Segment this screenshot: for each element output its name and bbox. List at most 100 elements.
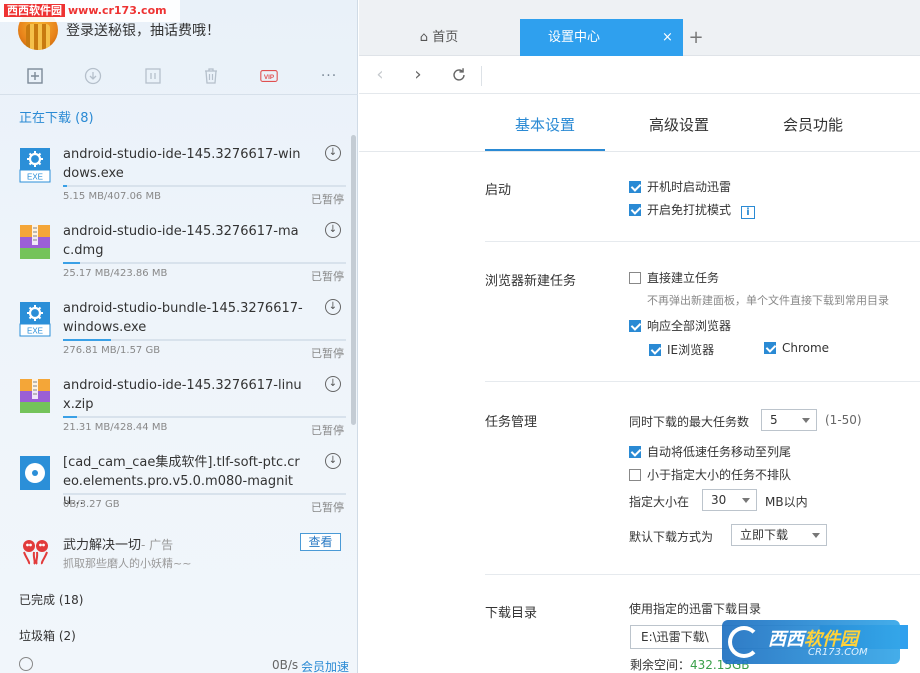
direct-create-option[interactable]: 直接建立任务 bbox=[629, 269, 719, 286]
progress-fill bbox=[63, 185, 67, 187]
section-divider bbox=[485, 381, 920, 382]
progress-fill bbox=[63, 262, 80, 264]
settings-tabs: 基本设置 高级设置 会员功能 bbox=[359, 94, 920, 152]
chrome-browser-checkbox[interactable] bbox=[764, 342, 776, 354]
do-not-disturb-option[interactable]: 开启免打扰模式 i bbox=[629, 201, 756, 219]
chrome-browser-option[interactable]: Chrome bbox=[764, 341, 829, 355]
ad-view-button[interactable]: 查看 bbox=[300, 533, 341, 551]
chevron-down-icon bbox=[742, 498, 750, 503]
status-badge: 已暂停 bbox=[311, 501, 344, 514]
resume-download-icon[interactable]: ↓ bbox=[325, 453, 341, 469]
tab-settings-label: 设置中心 bbox=[548, 30, 601, 45]
add-task-icon[interactable] bbox=[24, 66, 46, 86]
archive-icon bbox=[19, 378, 51, 414]
browser-task-label: 浏览器新建任务 bbox=[485, 274, 577, 289]
file-size: 25.17 MB/423.86 MB bbox=[63, 268, 168, 279]
small-no-queue-checkbox[interactable] bbox=[629, 469, 641, 481]
startup-on-boot-option[interactable]: 开机时启动迅雷 bbox=[629, 178, 731, 195]
forward-arrow-icon[interactable]: › bbox=[407, 64, 429, 86]
file-name: android-studio-ide-145.3276617-windows.e… bbox=[63, 147, 301, 181]
completed-section[interactable]: 已完成 (18) bbox=[19, 591, 83, 608]
ad-subtitle: 抓取那些磨人的小妖精~~ bbox=[63, 557, 192, 570]
ad-banner[interactable]: 武力解决一切- 广告 抓取那些磨人的小妖精~~ 查看 bbox=[0, 528, 350, 576]
watermark-logo-sub: CR173.COM bbox=[808, 647, 868, 658]
tab-basic-settings[interactable]: 基本设置 bbox=[515, 114, 575, 135]
tab-home[interactable]: ⌂ 首页 bbox=[359, 19, 519, 56]
section-divider bbox=[485, 241, 920, 242]
download-item[interactable]: android-studio-ide-145.3276617-mac.dmg ↓ 2… bbox=[0, 212, 350, 289]
small-no-queue-option[interactable]: 小于指定大小的任务不排队 bbox=[629, 466, 791, 483]
info-icon[interactable]: i bbox=[741, 206, 756, 219]
download-mode-label: 默认下载方式为 bbox=[629, 530, 714, 544]
watermark-site-name: 西西软件园 bbox=[4, 4, 65, 17]
chevron-down-icon bbox=[802, 418, 810, 423]
resume-download-icon[interactable]: ↓ bbox=[325, 222, 341, 238]
watermark-logo: 西西软件园 CR173.COM bbox=[722, 620, 900, 664]
progress-fill bbox=[63, 416, 78, 418]
tab-settings[interactable]: 设置中心 × bbox=[520, 19, 683, 56]
auto-move-slow-option[interactable]: 自动将低速任务移动至列尾 bbox=[629, 443, 791, 460]
download-sidebar: 登录送秘银，抽话费哦！ VIP ··· 正在下载 (8) EXE android-… bbox=[0, 0, 358, 673]
respond-all-browsers-option[interactable]: 响应全部浏览器 bbox=[629, 317, 731, 334]
ie-browser-option[interactable]: IE浏览器 bbox=[649, 341, 714, 358]
respond-all-browsers-checkbox[interactable] bbox=[629, 320, 641, 332]
file-name: android-studio-bundle-145.3276617-window… bbox=[63, 301, 303, 335]
back-arrow-icon[interactable]: ‹ bbox=[369, 64, 391, 86]
delete-icon[interactable] bbox=[200, 66, 222, 86]
settings-panel: ⌂ 首页 设置中心 × + ‹ › 基本设置 高级设置 会员功能 启动 开机时启… bbox=[359, 0, 920, 673]
refresh-icon[interactable] bbox=[448, 64, 470, 86]
toolbar-divider bbox=[0, 94, 358, 95]
do-not-disturb-checkbox[interactable] bbox=[629, 204, 641, 216]
download-item[interactable]: EXE android-studio-ide-145.3276617-window… bbox=[0, 135, 350, 212]
archive-icon bbox=[19, 224, 51, 260]
watermark-logo-text-a: 西西 bbox=[768, 629, 804, 650]
auto-move-slow-checkbox[interactable] bbox=[629, 446, 641, 458]
download-dir-label: 下载目录 bbox=[485, 606, 538, 621]
file-size: 276.81 MB/1.57 GB bbox=[63, 345, 161, 356]
progress-bar bbox=[63, 262, 346, 264]
tab-advanced-settings[interactable]: 高级设置 bbox=[649, 114, 709, 135]
pause-icon[interactable] bbox=[142, 66, 164, 86]
tab-member-features[interactable]: 会员功能 bbox=[783, 114, 843, 135]
status-badge: 已暂停 bbox=[311, 193, 344, 206]
download-item[interactable]: EXE android-studio-bundle-145.3276617-win… bbox=[0, 289, 350, 366]
vip-icon[interactable]: VIP bbox=[258, 66, 280, 86]
max-tasks-select[interactable]: 5 bbox=[761, 409, 817, 431]
download-mode-select[interactable]: 立即下载 bbox=[731, 524, 827, 546]
more-icon[interactable]: ··· bbox=[318, 66, 340, 86]
download-item[interactable]: android-studio-ide-145.3276617-linux.zip… bbox=[0, 366, 350, 443]
vip-accelerate-link[interactable]: 会员加速 bbox=[301, 658, 349, 673]
size-limit-select[interactable]: 30 bbox=[702, 489, 757, 511]
exe-icon: EXE bbox=[19, 301, 51, 337]
ie-browser-checkbox[interactable] bbox=[649, 344, 661, 356]
resume-download-icon[interactable]: ↓ bbox=[325, 376, 341, 392]
close-icon[interactable]: × bbox=[662, 19, 673, 56]
progress-bar bbox=[63, 416, 346, 418]
chevron-down-icon bbox=[812, 533, 820, 538]
watermark-banner: 西西软件园 www.cr173.com bbox=[0, 0, 180, 22]
trash-section[interactable]: 垃圾箱 (2) bbox=[19, 627, 76, 644]
direct-create-checkbox[interactable] bbox=[629, 272, 641, 284]
clock-icon[interactable] bbox=[19, 657, 33, 671]
file-type-label: EXE bbox=[27, 173, 43, 182]
download-toolbar: VIP ··· bbox=[0, 60, 358, 92]
status-badge: 已暂停 bbox=[311, 424, 344, 437]
startup-on-boot-checkbox[interactable] bbox=[629, 181, 641, 193]
active-tab-indicator bbox=[485, 149, 605, 151]
file-type-label: EXE bbox=[27, 327, 43, 336]
file-size: 0B/3.27 GB bbox=[63, 499, 120, 510]
max-tasks-range: (1-50) bbox=[825, 413, 862, 427]
resume-download-icon[interactable]: ↓ bbox=[325, 299, 341, 315]
file-size: 21.31 MB/428.44 MB bbox=[63, 422, 168, 433]
login-prompt[interactable]: 登录送秘银，抽话费哦！ bbox=[66, 20, 220, 40]
download-icon[interactable] bbox=[82, 66, 104, 86]
downloading-section-title[interactable]: 正在下载 (8) bbox=[19, 107, 94, 126]
resume-download-icon[interactable]: ↓ bbox=[325, 145, 341, 161]
exe-icon: EXE bbox=[19, 147, 51, 183]
file-name: android-studio-ide-145.3276617-linux.zip bbox=[63, 378, 302, 412]
download-list-scrollbar[interactable] bbox=[351, 135, 356, 425]
download-item[interactable]: [cad_cam_cae集成软件].tlf-soft-ptc.creo.elem… bbox=[0, 443, 350, 520]
direct-create-hint: 不再弹出新建面板，单个文件直接下载到常用目录 bbox=[647, 294, 889, 307]
new-tab-button[interactable]: + bbox=[686, 19, 706, 56]
download-speed: 0B/s bbox=[272, 658, 299, 672]
